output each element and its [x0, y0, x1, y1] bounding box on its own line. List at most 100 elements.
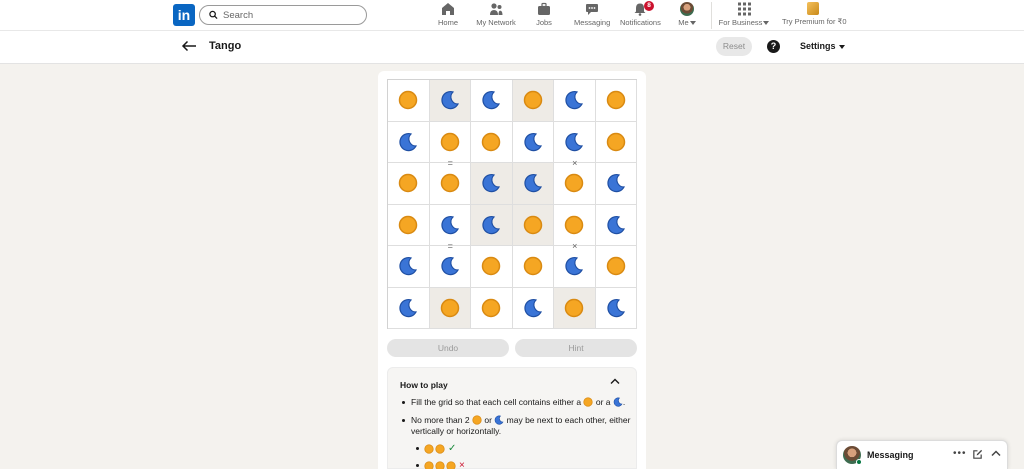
- sun-icon: [564, 298, 584, 318]
- moon-icon: [564, 90, 584, 110]
- nav-my-network-label: My Network: [476, 18, 516, 27]
- nav-notifications[interactable]: 8 Notifications: [620, 1, 661, 29]
- how-to-play-section: How to play Fill the grid so that each c…: [387, 367, 637, 469]
- sun-icon: [446, 460, 456, 469]
- cross-sign-icon: ×: [572, 241, 578, 251]
- sun-icon: [435, 443, 445, 454]
- board-cell-r3-c0[interactable]: [388, 204, 430, 246]
- moon-icon: [606, 173, 626, 193]
- rule-1-text-c: .: [622, 397, 626, 407]
- how-to-play-title: How to play: [400, 380, 448, 390]
- board-cell-r1-c2[interactable]: [471, 121, 513, 163]
- moon-icon: [564, 256, 584, 276]
- nav-divider: [711, 2, 712, 29]
- sun-icon: [440, 132, 460, 152]
- sun-icon: [435, 460, 445, 469]
- board-cell-r1-c1[interactable]: [429, 121, 471, 163]
- more-options-icon[interactable]: •••: [953, 448, 967, 459]
- board-cell-r2-c1[interactable]: [429, 163, 471, 205]
- back-arrow-icon[interactable]: [181, 40, 197, 52]
- rule-1-text-b: or a: [595, 397, 611, 407]
- undo-button[interactable]: Undo: [387, 339, 509, 357]
- home-icon: [442, 3, 454, 15]
- board-cell-r2-c5[interactable]: [595, 163, 637, 205]
- moon-icon: [494, 415, 504, 425]
- board-cell-r1-c3[interactable]: [512, 121, 554, 163]
- board-cell-r4-c5[interactable]: [595, 246, 637, 288]
- board-cell-r4-c0[interactable]: [388, 246, 430, 288]
- search-input[interactable]: [223, 8, 361, 23]
- board-cell-r5-c3[interactable]: [512, 287, 554, 329]
- board-cell-r1-c4[interactable]: [554, 121, 596, 163]
- sun-icon: [606, 90, 626, 110]
- nav-me[interactable]: Me: [677, 2, 697, 29]
- check-icon: ✓: [448, 443, 457, 454]
- rule-2-text-b: or: [484, 415, 492, 425]
- board-cell-r0-c4[interactable]: [554, 80, 596, 122]
- sun-icon: [481, 132, 501, 152]
- board-cell-r1-c0[interactable]: [388, 121, 430, 163]
- board-cell-r3-c5[interactable]: [595, 204, 637, 246]
- nav-for-business-label: For Business: [718, 18, 763, 27]
- top-nav: in Home My Network Jobs Messaging: [0, 0, 1024, 31]
- board-cell-r4-c2[interactable]: [471, 246, 513, 288]
- network-icon: [490, 3, 503, 15]
- board-cell-r5-c2[interactable]: [471, 287, 513, 329]
- board-cell-r4-c1[interactable]: [429, 246, 471, 288]
- chevron-up-icon[interactable]: [991, 450, 1001, 457]
- board-cell-r5-c0[interactable]: [388, 287, 430, 329]
- settings-menu[interactable]: Settings: [800, 41, 846, 51]
- nav-premium[interactable]: Try Premium for ₹0: [782, 2, 847, 29]
- messaging-dock[interactable]: Messaging •••: [836, 440, 1008, 469]
- moon-icon: [481, 90, 501, 110]
- notifications-badge: 8: [644, 1, 654, 11]
- board-cell-r2-c0[interactable]: [388, 163, 430, 205]
- moon-icon: [440, 256, 460, 276]
- search-box[interactable]: [199, 5, 367, 25]
- sun-icon: [606, 256, 626, 276]
- board-cell-r0-c5[interactable]: [595, 80, 637, 122]
- nav-jobs-label: Jobs: [536, 18, 552, 27]
- board-cell-r5-c5[interactable]: [595, 287, 637, 329]
- sun-icon: [440, 298, 460, 318]
- board-cell-r3-c4[interactable]: [554, 204, 596, 246]
- board-cell-r2-c3: [512, 163, 554, 205]
- reset-button[interactable]: Reset: [716, 37, 752, 56]
- linkedin-logo[interactable]: in: [173, 4, 195, 26]
- nav-home[interactable]: Home: [438, 2, 458, 29]
- avatar: [680, 2, 694, 16]
- nav-messaging[interactable]: Messaging: [574, 2, 610, 29]
- moon-icon: [481, 215, 501, 235]
- chevron-down-icon: [689, 21, 696, 26]
- sun-icon: [481, 256, 501, 276]
- nav-home-label: Home: [438, 18, 459, 27]
- premium-icon: [807, 2, 819, 15]
- chevron-up-icon[interactable]: [610, 378, 620, 385]
- sun-icon: [472, 415, 482, 425]
- help-icon[interactable]: ?: [767, 40, 780, 53]
- compose-icon[interactable]: [972, 449, 983, 460]
- sun-icon: [424, 460, 434, 469]
- nav-my-network[interactable]: My Network: [475, 2, 517, 29]
- page-title: Tango: [209, 40, 242, 52]
- sun-icon: [564, 215, 584, 235]
- moon-icon: [613, 397, 623, 407]
- hint-button[interactable]: Hint: [515, 339, 637, 357]
- sun-icon: [523, 256, 543, 276]
- board-cell-r4-c3[interactable]: [512, 246, 554, 288]
- grid-apps-icon: [737, 2, 751, 16]
- board-cell-r0-c2[interactable]: [471, 80, 513, 122]
- board-cell-r2-c4[interactable]: [554, 163, 596, 205]
- moon-icon: [440, 90, 460, 110]
- nav-for-business[interactable]: For Business: [718, 2, 770, 29]
- board-cell-r0-c0[interactable]: [388, 80, 430, 122]
- sun-icon: [481, 298, 501, 318]
- nav-jobs[interactable]: Jobs: [534, 2, 554, 29]
- board-cell-r4-c4[interactable]: [554, 246, 596, 288]
- board-cell-r0-c1: [429, 80, 471, 122]
- board-cell-r1-c5[interactable]: [595, 121, 637, 163]
- game-header: Tango Reset ? Settings: [0, 31, 1024, 64]
- board-cell-r3-c1[interactable]: [429, 204, 471, 246]
- nav-me-label: Me: [678, 18, 689, 27]
- rule-1: Fill the grid so that each cell contains…: [402, 397, 633, 408]
